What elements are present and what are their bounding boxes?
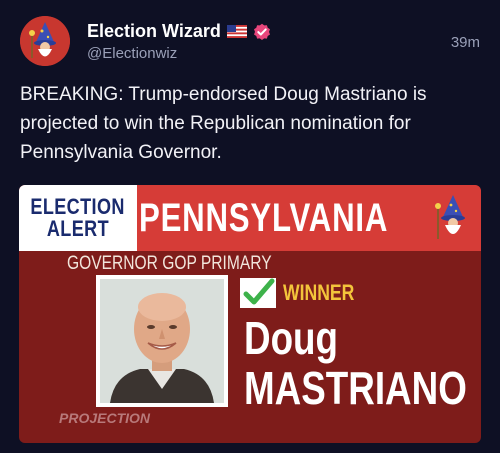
card-header: ELECTION ALERT PENNSYLVANIA	[19, 185, 481, 251]
state-title: PENNSYLVANIA	[139, 196, 389, 240]
avatar[interactable]	[20, 16, 70, 66]
winner-check-box	[240, 278, 276, 308]
tweet-text: BREAKING: Trump-endorsed Doug Mastriano …	[20, 84, 427, 163]
checkmark-icon	[243, 278, 275, 305]
wizard-mascot-icon	[435, 195, 465, 239]
tweet-timestamp[interactable]: 39m	[451, 34, 480, 51]
us-flag-icon	[226, 25, 247, 38]
author-name-row: Election Wizard	[87, 21, 271, 42]
projection-label: PROJECTION	[59, 410, 151, 426]
race-label: GOVERNOR GOP PRIMARY	[67, 253, 272, 274]
wizard-icon	[20, 16, 70, 66]
candidate-portrait-image	[100, 279, 224, 403]
media-card[interactable]: ELECTION ALERT PENNSYLVANIA GOVERNOR GOP…	[19, 185, 481, 443]
author-handle[interactable]: @Electionwiz	[87, 45, 177, 62]
candidate-photo	[100, 279, 224, 403]
verified-badge-icon	[253, 23, 270, 40]
election-alert-box: ELECTION ALERT	[19, 185, 137, 251]
candidate-first-name: Doug	[244, 312, 339, 364]
winner-label: WINNER	[283, 280, 355, 305]
alert-line-1: ELECTION	[30, 194, 126, 219]
author-display-name[interactable]: Election Wizard	[87, 21, 221, 42]
candidate-last-name: MASTRIANO	[244, 362, 467, 414]
alert-line-2: ALERT	[46, 216, 110, 241]
candidate-photo-frame	[96, 275, 228, 407]
